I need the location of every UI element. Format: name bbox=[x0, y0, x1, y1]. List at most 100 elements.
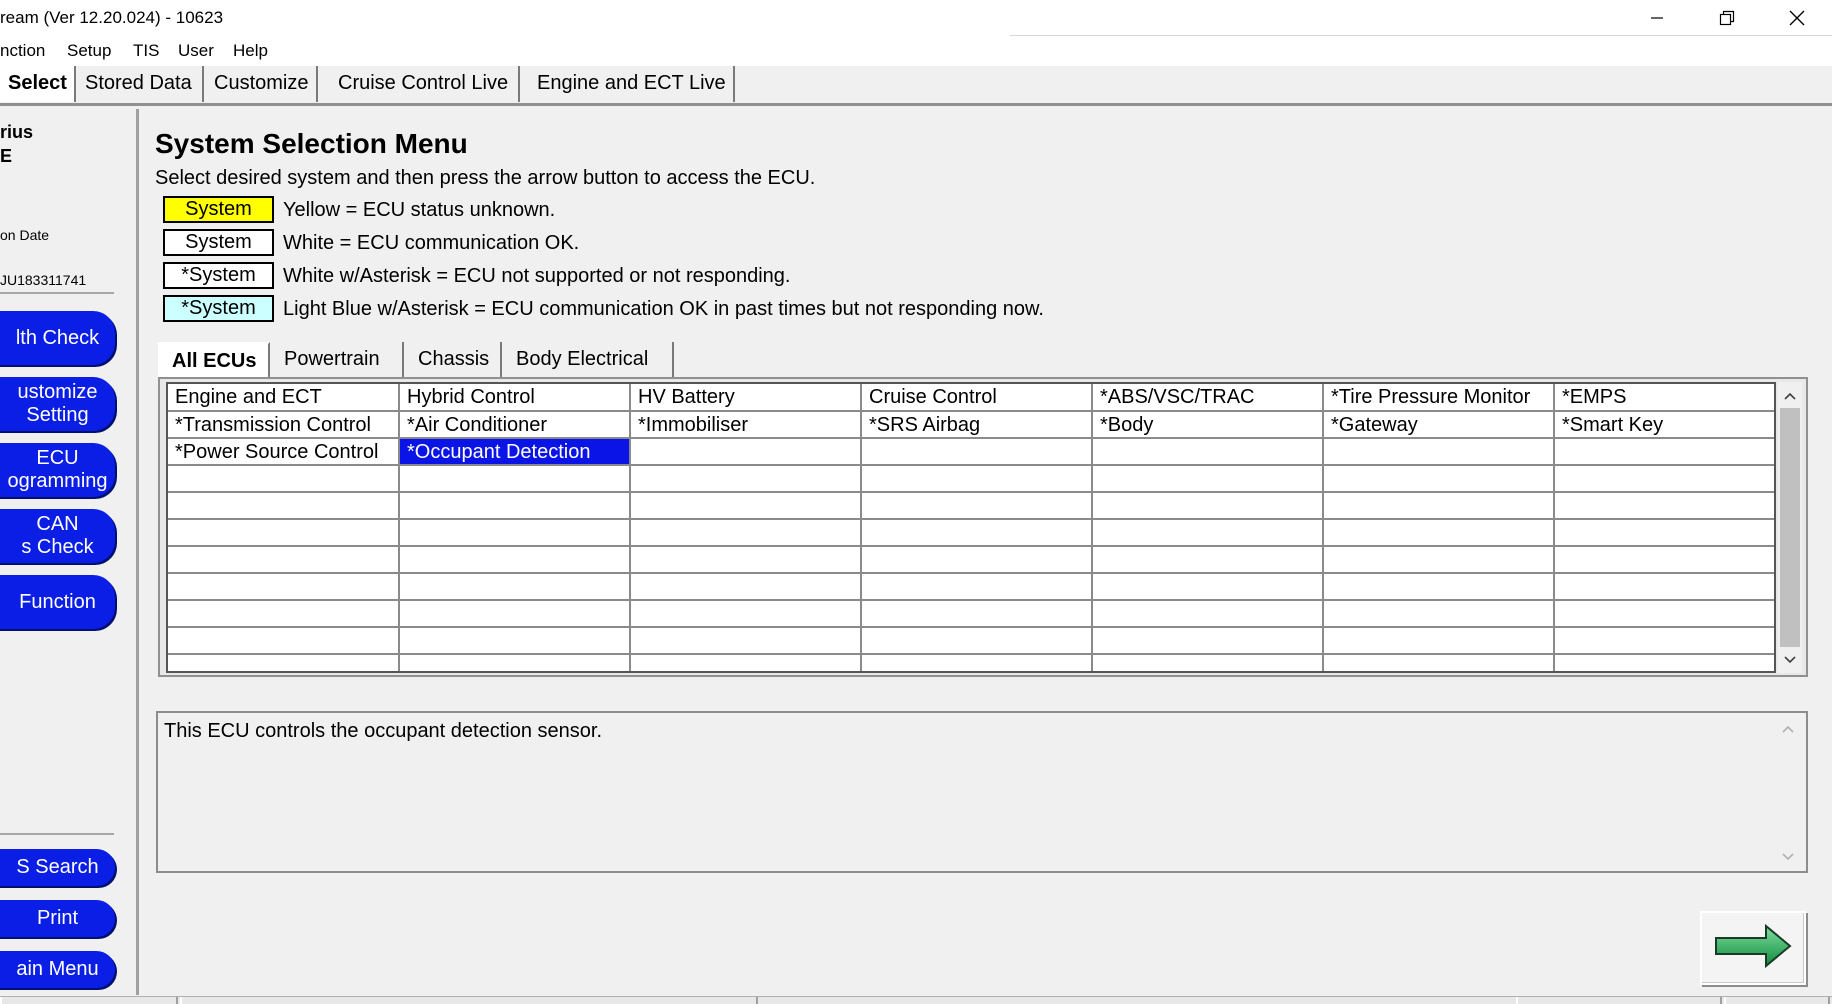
ecu-grid-cell bbox=[168, 492, 400, 520]
menu-function[interactable]: nction bbox=[0, 41, 45, 61]
tab-divider bbox=[0, 103, 1832, 106]
scroll-thumb[interactable] bbox=[1780, 408, 1800, 647]
ecu-grid-cell[interactable]: *Immobiliser bbox=[630, 411, 862, 439]
ecu-grid-cell bbox=[1092, 519, 1324, 547]
ecu-grid-cell[interactable]: *Smart Key bbox=[1554, 411, 1774, 439]
ecu-grid-scrollbar[interactable] bbox=[1778, 382, 1802, 673]
vehicle-grade: E bbox=[0, 146, 13, 166]
tis-search-button[interactable]: S Search bbox=[0, 849, 115, 886]
tab-customize[interactable]: Customize bbox=[206, 66, 318, 102]
tab-stored-data[interactable]: Stored Data bbox=[77, 66, 204, 102]
menu-setup[interactable]: Setup bbox=[67, 41, 111, 61]
ecu-reprogramming-button[interactable]: ECU ogramming bbox=[0, 443, 115, 497]
legend-yellow-swatch: System bbox=[163, 196, 274, 223]
ecu-grid-cell bbox=[1554, 492, 1774, 520]
restore-button[interactable] bbox=[1692, 0, 1762, 36]
menu-help[interactable]: Help bbox=[233, 41, 268, 61]
ecu-grid-cell bbox=[630, 438, 862, 466]
ecu-grid-cell bbox=[1092, 465, 1324, 493]
legend-asterisk-text: White w/Asterisk = ECU not supported or … bbox=[283, 265, 791, 287]
close-icon bbox=[1789, 10, 1805, 26]
close-button[interactable] bbox=[1762, 0, 1832, 36]
ecu-description-box: This ECU controls the occupant detection… bbox=[156, 711, 1808, 873]
ecu-grid-cell bbox=[1323, 465, 1555, 493]
health-check-button[interactable]: lth Check bbox=[0, 311, 115, 365]
ecu-grid-cell[interactable]: *ABS/VSC/TRAC bbox=[1092, 384, 1324, 412]
status-segment bbox=[0, 997, 178, 1004]
customize-setting-button[interactable]: ustomize Setting bbox=[0, 377, 115, 431]
ecu-grid-cell[interactable]: HV Battery bbox=[630, 384, 862, 412]
ecu-reprogramming-label-1: ECU bbox=[36, 447, 79, 469]
ecu-grid-cell bbox=[630, 600, 862, 628]
ecu-grid-cell[interactable]: *Gateway bbox=[1323, 411, 1555, 439]
ecu-grid-cell[interactable]: *SRS Airbag bbox=[861, 411, 1093, 439]
ecu-grid-cell bbox=[630, 573, 862, 601]
vehicle-model: rius bbox=[0, 122, 34, 142]
ecu-grid-frame: Engine and ECT Hybrid Control HV Battery Cr… bbox=[158, 377, 1808, 677]
print-button[interactable]: Print bbox=[0, 900, 115, 937]
ecu-grid-cell bbox=[1323, 600, 1555, 628]
top-tab-bar: Select Stored Data Customize Cruise Cont… bbox=[0, 66, 1832, 106]
ecu-grid-cell bbox=[168, 654, 400, 671]
desc-scroll-down-icon[interactable] bbox=[1778, 847, 1798, 867]
ecu-grid-cell bbox=[1092, 438, 1324, 466]
ecu-grid-cell[interactable]: *Power Source Control bbox=[168, 438, 400, 466]
next-arrow-button[interactable] bbox=[1700, 911, 1806, 985]
menu-divider bbox=[1010, 35, 1832, 36]
tab-body-electrical[interactable]: Body Electrical bbox=[504, 342, 674, 378]
tab-chassis[interactable]: Chassis bbox=[406, 342, 502, 378]
ecu-grid-cell bbox=[1554, 600, 1774, 628]
menu-user[interactable]: User bbox=[178, 41, 214, 61]
function-button[interactable]: Function bbox=[0, 575, 115, 629]
ecu-grid-cell[interactable]: *Tire Pressure Monitor bbox=[1323, 384, 1555, 412]
main-menu-label: ain Menu bbox=[16, 958, 99, 980]
right-arrow-icon bbox=[1714, 923, 1792, 974]
title-bar: ream (Ver 12.20.024) - 10623 bbox=[0, 0, 1832, 36]
ecu-grid-cell bbox=[861, 546, 1093, 574]
ecu-grid-cell[interactable]: *Air Conditioner bbox=[399, 411, 631, 439]
ecu-description-text: This ECU controls the occupant detection… bbox=[164, 720, 603, 742]
tab-select[interactable]: Select bbox=[0, 66, 76, 102]
tab-cruise-control-live[interactable]: Cruise Control Live bbox=[330, 66, 520, 102]
print-label: Print bbox=[36, 907, 79, 929]
ecu-grid-cell bbox=[399, 627, 631, 655]
ecu-grid-cell bbox=[1323, 438, 1555, 466]
ecu-grid-cell bbox=[1323, 627, 1555, 655]
ecu-grid-cell[interactable]: *Occupant Detection bbox=[399, 437, 631, 466]
menu-tis[interactable]: TIS bbox=[133, 41, 159, 61]
ecu-grid-cell[interactable]: Engine and ECT bbox=[168, 384, 400, 412]
legend-yellow-text: Yellow = ECU status unknown. bbox=[283, 199, 556, 221]
scroll-down-icon[interactable] bbox=[1778, 648, 1802, 672]
ecu-grid-cell bbox=[1092, 600, 1324, 628]
desc-scroll-up-icon[interactable] bbox=[1778, 719, 1798, 739]
legend-lightblue-swatch: *System bbox=[163, 295, 274, 322]
ecu-grid-cell[interactable]: *Transmission Control bbox=[168, 411, 400, 439]
tab-engine-ect-live[interactable]: Engine and ECT Live bbox=[529, 66, 735, 102]
ecu-grid-cell bbox=[1554, 654, 1774, 671]
ecu-grid-cell bbox=[1554, 627, 1774, 655]
ecu-grid-cell[interactable]: Cruise Control bbox=[861, 384, 1093, 412]
tab-all-ecus[interactable]: All ECUs bbox=[158, 342, 270, 378]
ecu-grid-cell bbox=[1092, 627, 1324, 655]
ecu-grid-cell[interactable]: Hybrid Control bbox=[399, 384, 631, 412]
main-menu-button[interactable]: ain Menu bbox=[0, 951, 115, 988]
ecu-grid-cell[interactable]: *EMPS bbox=[1554, 384, 1774, 412]
customize-setting-label-1: ustomize bbox=[17, 381, 98, 403]
legend-white-text: White = ECU communication OK. bbox=[283, 232, 580, 254]
ecu-grid-cell bbox=[630, 492, 862, 520]
ecu-grid-cell[interactable]: *Body bbox=[1092, 411, 1324, 439]
window-title: ream (Ver 12.20.024) - 10623 bbox=[0, 8, 224, 27]
tab-powertrain[interactable]: Powertrain bbox=[272, 342, 404, 378]
ecu-grid-cell bbox=[861, 492, 1093, 520]
ecu-grid-cell bbox=[1323, 519, 1555, 547]
scroll-up-icon[interactable] bbox=[1778, 384, 1802, 408]
left-panel: rius E on Date JU183311741 lth Check ust… bbox=[0, 109, 137, 999]
can-bus-check-button[interactable]: CAN s Check bbox=[0, 509, 115, 563]
minimize-button[interactable] bbox=[1622, 0, 1692, 36]
ecu-grid-cell bbox=[399, 546, 631, 574]
ecu-grid-cell bbox=[1554, 546, 1774, 574]
ecu-grid-cell bbox=[1554, 465, 1774, 493]
ecu-grid-cell bbox=[168, 546, 400, 574]
ecu-grid-cell bbox=[630, 465, 862, 493]
ecu-grid-cell bbox=[168, 519, 400, 547]
